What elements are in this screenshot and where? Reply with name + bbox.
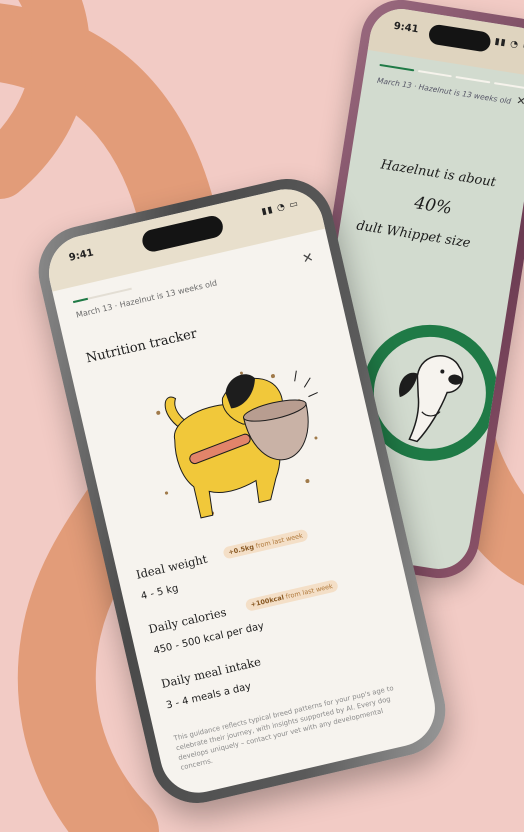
date-age-subtitle: March 13 · Hazelnut is 13 weeks old — [75, 278, 218, 320]
progress-segment — [379, 63, 414, 72]
weight-change-badge: +0.5kg from last week — [222, 528, 309, 560]
date-age-subtitle: March 13 · Hazelnut is 13 weeks old — [376, 75, 512, 106]
status-icons: ▮▮ ◔ ▭ — [260, 198, 300, 218]
ideal-weight-label: Ideal weight — [134, 551, 209, 582]
status-time: 9:41 — [392, 20, 420, 36]
status-icons: ▮▮ ◔ ▭ — [493, 36, 524, 53]
progress-segment — [493, 81, 524, 90]
calories-change-badge: +100kcal from last week — [244, 579, 339, 612]
ideal-weight-value: 4 - 5 kg — [139, 582, 180, 603]
progress-segment — [455, 75, 490, 84]
page-title: Nutrition tracker — [84, 326, 199, 367]
dynamic-island — [140, 213, 226, 254]
dynamic-island — [427, 23, 492, 53]
close-icon[interactable]: ✕ — [515, 94, 524, 108]
progress-fill — [72, 297, 89, 304]
puppy-eating-illustration — [156, 370, 318, 519]
status-time: 9:41 — [68, 247, 95, 264]
close-icon[interactable]: ✕ — [301, 250, 315, 267]
progress-segment — [417, 69, 452, 78]
